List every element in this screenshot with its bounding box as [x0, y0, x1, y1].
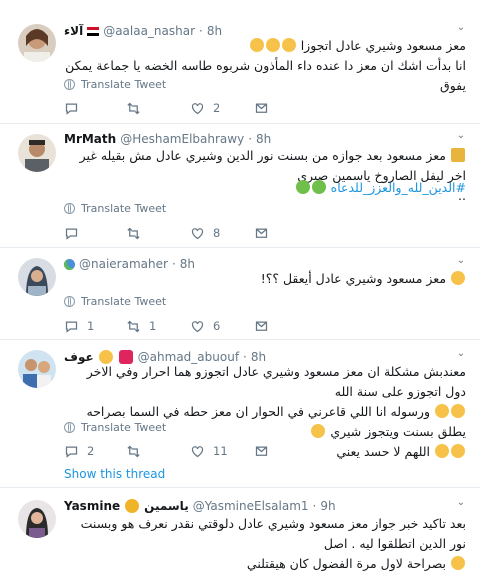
retweet-icon [127, 227, 140, 239]
laughing-emoji [249, 38, 264, 52]
caret-down-icon[interactable]: ⌄ [454, 348, 468, 362]
dm-icon [255, 228, 268, 238]
reply-icon [65, 446, 78, 458]
tweet[interactable]: MrMath @HeshamElbahrawy · 8h ⌄ معز مسعود… [0, 124, 480, 248]
retweet-button[interactable] [126, 225, 149, 241]
reply-icon [65, 228, 78, 240]
reply-icon [65, 321, 78, 333]
like-icon [191, 320, 204, 332]
retweet-icon [127, 320, 140, 332]
translate-tweet[interactable]: Translate Tweet [64, 77, 166, 91]
trophy-emoji [451, 148, 465, 162]
translate-tweet[interactable]: Translate Tweet [64, 420, 166, 434]
avatar[interactable] [18, 258, 56, 296]
tweet-text: معز مسعود بعد جوازه من بسنت نور الدين وش… [79, 148, 466, 203]
tweet-actions: 2 11 [64, 443, 364, 459]
caret-down-icon[interactable]: ⌄ [454, 130, 468, 144]
retweet-button[interactable] [126, 100, 149, 116]
timestamp[interactable]: 9h [320, 499, 335, 513]
dm-button[interactable] [254, 443, 269, 459]
tweet-text: معز مسعود وشيري عادل أيعقل ؟؟! [64, 269, 466, 289]
avatar[interactable] [18, 500, 56, 538]
dm-icon [255, 321, 268, 331]
show-thread-link[interactable]: Show this thread [64, 467, 165, 481]
display-name-arabic[interactable]: ياسمين [144, 499, 189, 513]
retweet-button[interactable]: 1 [126, 318, 156, 334]
retweet-icon [127, 102, 140, 114]
username[interactable]: @YasmineElsalam1 [193, 499, 309, 513]
relieved-emoji [451, 444, 465, 458]
globe-icon [64, 78, 75, 90]
like-button[interactable]: 11 [190, 443, 228, 459]
reply-button[interactable]: 1 [64, 318, 94, 334]
raised-hand-emoji [311, 424, 326, 438]
like-icon [191, 102, 204, 114]
dm-button[interactable] [254, 318, 269, 334]
caret-down-icon[interactable]: ⌄ [454, 22, 468, 36]
hashtag-link[interactable]: #الدين_لله_والعزز_للدعاه [295, 180, 466, 195]
laughing-emoji [451, 556, 465, 570]
translate-tweet[interactable]: Translate Tweet [64, 294, 166, 308]
like-button[interactable]: 6 [190, 318, 220, 334]
globe-icon [64, 421, 75, 433]
egypt-flag-icon [87, 26, 100, 36]
retweet-icon [127, 445, 140, 457]
globe-icon [64, 295, 75, 307]
caret-down-icon[interactable]: ⌄ [454, 497, 468, 511]
reply-button[interactable]: 2 [64, 443, 94, 459]
avatar[interactable] [18, 134, 56, 172]
timeline: آلاء @aalaa_nashar · 8h ⌄ معز مسعود وشير… [0, 0, 480, 572]
timestamp[interactable]: 8h [256, 132, 271, 146]
frog-emoji [311, 180, 326, 194]
tweet[interactable]: آلاء @aalaa_nashar · 8h ⌄ معز مسعود وشير… [0, 0, 480, 124]
like-button[interactable]: 2 [190, 100, 220, 116]
translate-tweet[interactable]: Translate Tweet [64, 201, 166, 215]
reply-button[interactable] [64, 100, 87, 116]
like-button[interactable]: 8 [190, 225, 220, 241]
laughing-emoji [451, 404, 465, 418]
dm-button[interactable] [254, 225, 269, 241]
tweet-header: Yasmine ياسمين @YasmineElsalam1 · 9h [64, 499, 336, 513]
display-name[interactable]: Yasmine [64, 499, 120, 513]
dm-button[interactable] [254, 100, 269, 116]
tweet[interactable]: عوف @ahmad_abuouf · 8h ⌄ معندبش مشكلة ان… [0, 340, 480, 488]
avatar[interactable] [18, 350, 56, 388]
tweet-actions: 1 1 6 [64, 318, 364, 334]
relieved-emoji [435, 444, 449, 458]
like-icon [191, 227, 204, 239]
tweet[interactable]: @naieramaher · 8h ⌄ معز مسعود وشيري عادل… [0, 248, 480, 340]
sunflower-emoji [125, 499, 140, 513]
tweet-actions: 8 [64, 225, 364, 241]
dm-icon [255, 103, 268, 113]
reply-icon [65, 103, 78, 115]
raised-hand-emoji [281, 38, 296, 52]
laughing-emoji [435, 404, 449, 418]
globe-emoji-icon [64, 258, 75, 270]
avatar[interactable] [18, 24, 56, 62]
globe-icon [64, 202, 75, 214]
dm-icon [255, 446, 268, 456]
caret-down-icon[interactable]: ⌄ [454, 255, 468, 269]
tweet-text: بعد تاكيد خبر جواز معز مسعود وشيري عادل … [80, 516, 466, 571]
like-icon [191, 445, 204, 457]
username[interactable]: @HeshamElbahrawy [120, 132, 244, 146]
reply-button[interactable] [64, 225, 87, 241]
laughing-emoji [265, 38, 280, 52]
retweet-button[interactable] [126, 443, 149, 459]
tweet[interactable]: Yasmine ياسمين @YasmineElsalam1 · 9h ⌄ ب… [0, 488, 480, 572]
frog-emoji [295, 180, 310, 194]
display-name[interactable]: MrMath [64, 132, 116, 146]
thinking-emoji [451, 271, 465, 285]
tweet-actions: 2 [64, 100, 364, 116]
